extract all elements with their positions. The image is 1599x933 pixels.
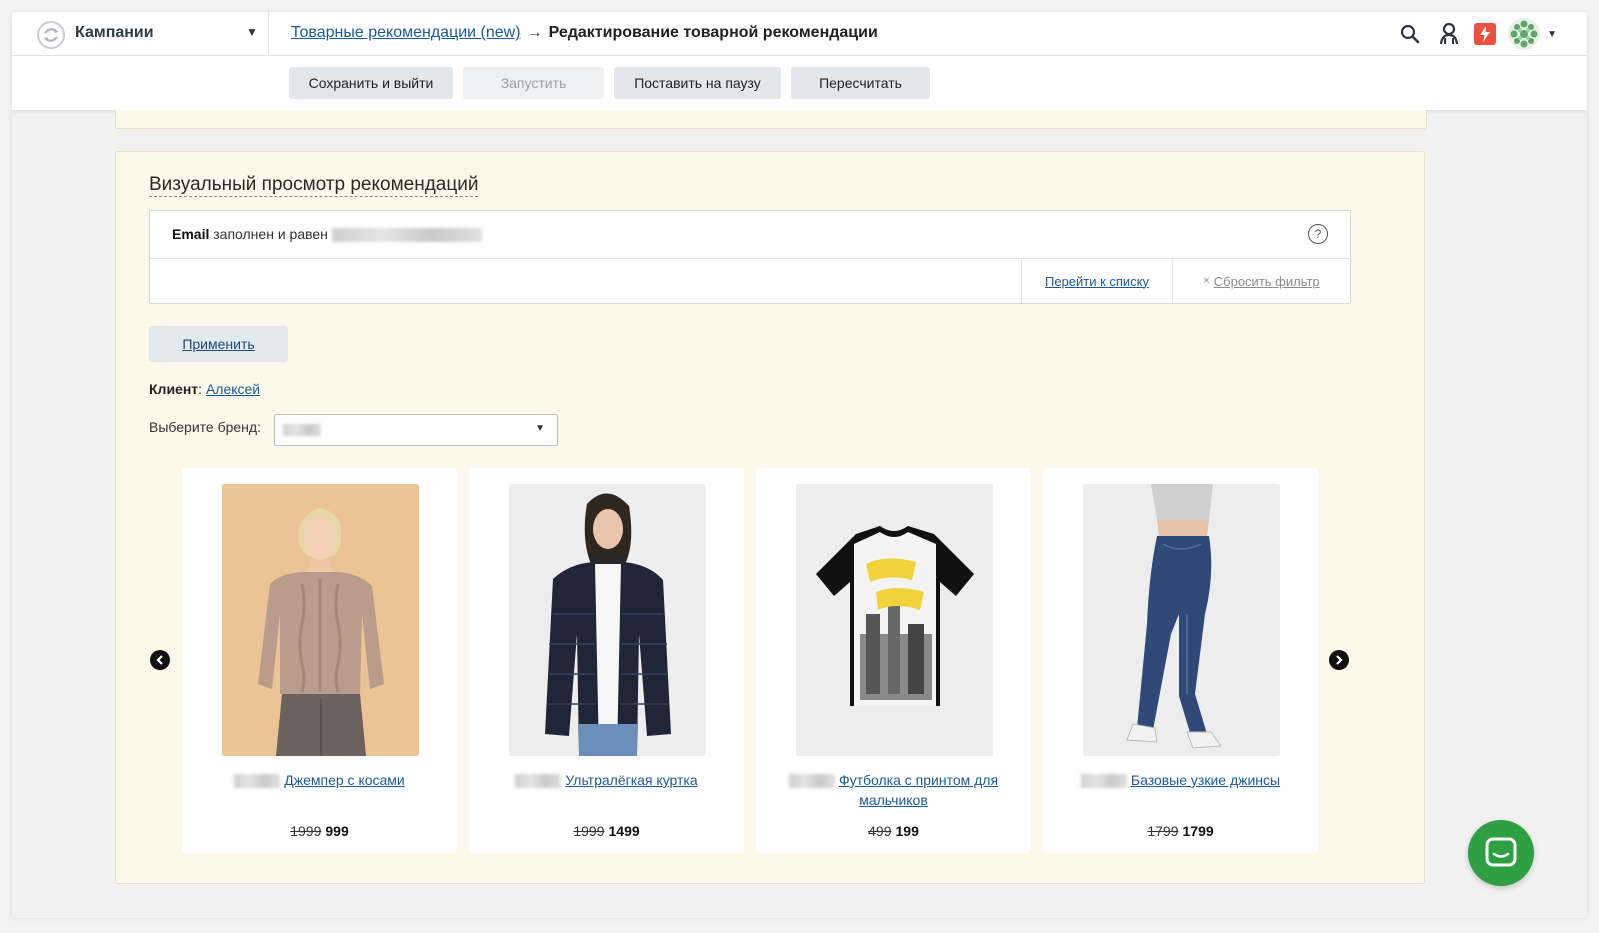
breadcrumb: Товарные рекомендации (new) → Редактирован… bbox=[291, 24, 878, 42]
product-title-link[interactable]: Джемпер с косами bbox=[284, 772, 405, 788]
reset-filter-cell: × Сбросить фильтр bbox=[1173, 259, 1350, 303]
search-icon[interactable] bbox=[1396, 20, 1424, 48]
client-name-link[interactable]: Алексей bbox=[206, 381, 260, 397]
user-icon[interactable] bbox=[1435, 20, 1463, 48]
filter-box: Email заполнен и равен ? Перейти к списк… bbox=[149, 210, 1351, 304]
client-line: Клиент: Алексей bbox=[149, 381, 261, 397]
panel-title[interactable]: Визуальный просмотр рекомендаций bbox=[149, 174, 479, 197]
breadcrumb-link[interactable]: Товарные рекомендации (new) bbox=[291, 24, 521, 41]
previous-panel-edge bbox=[115, 110, 1427, 129]
new-price: 1799 bbox=[1182, 823, 1214, 839]
old-price: 1799 bbox=[1147, 823, 1179, 839]
help-icon[interactable]: ? bbox=[1308, 224, 1328, 244]
new-price: 199 bbox=[895, 823, 919, 839]
close-icon: × bbox=[1203, 275, 1210, 287]
avatar-menu[interactable]: ▼ bbox=[1507, 17, 1557, 51]
chevron-down-icon[interactable]: ▼ bbox=[246, 25, 258, 39]
app-window: Кампании ▼ Товарные рекомендации (new) → Р… bbox=[12, 12, 1587, 918]
pause-button[interactable]: Поставить на паузу bbox=[614, 67, 781, 99]
product-card: Футболка с принтом для мальчиков 499 199 bbox=[756, 468, 1031, 853]
product-title-link[interactable]: Футболка с принтом для мальчиков bbox=[839, 772, 998, 808]
product-image[interactable] bbox=[796, 484, 993, 756]
filter-condition-row: Email заполнен и равен ? bbox=[150, 211, 1350, 259]
product-card: Ультралёгкая куртка 1999 1499 bbox=[469, 468, 744, 853]
product-image[interactable] bbox=[1083, 484, 1280, 756]
header-icons: ▼ bbox=[1385, 17, 1557, 51]
product-image[interactable] bbox=[222, 484, 419, 756]
carousel-next-button[interactable] bbox=[1329, 650, 1349, 670]
goto-list-cell: Перейти к списку bbox=[1021, 259, 1173, 303]
divider bbox=[268, 12, 269, 55]
product-card: Базовые узкие джинсы 1799 1799 bbox=[1043, 468, 1318, 853]
old-price: 499 bbox=[868, 823, 892, 839]
filter-operator: заполнен и равен bbox=[213, 226, 328, 242]
new-price: 999 bbox=[325, 823, 349, 839]
brand-label: Выберите бренд: bbox=[149, 419, 261, 435]
client-label: Клиент bbox=[149, 381, 199, 397]
chat-icon bbox=[1485, 837, 1517, 867]
chevron-right-icon bbox=[1336, 655, 1343, 665]
recalculate-button[interactable]: Пересчитать bbox=[791, 67, 930, 99]
product-brand-redacted bbox=[788, 774, 835, 789]
toolbar: Сохранить и выйти Запустить Поставить на… bbox=[12, 56, 1587, 110]
filter-actions-row: Перейти к списку × Сбросить фильтр bbox=[150, 259, 1350, 303]
start-button[interactable]: Запустить bbox=[463, 67, 604, 99]
product-title-link[interactable]: Ультралёгкая куртка bbox=[565, 772, 697, 788]
page-title: Редактирование товарной рекомендации bbox=[548, 24, 878, 41]
product-brand-redacted bbox=[234, 774, 281, 789]
apply-button-label: Применить bbox=[182, 336, 255, 352]
product-title-link[interactable]: Базовые узкие джинсы bbox=[1131, 772, 1280, 788]
filter-value-redacted bbox=[331, 228, 482, 243]
product-image[interactable] bbox=[509, 484, 706, 756]
old-price: 1999 bbox=[573, 823, 605, 839]
flash-icon[interactable] bbox=[1474, 23, 1497, 45]
new-price: 1499 bbox=[608, 823, 640, 839]
brand-value-redacted bbox=[283, 424, 321, 436]
product-title: Футболка с принтом для мальчиков bbox=[776, 770, 1011, 810]
breadcrumb-arrow-icon: → bbox=[526, 24, 543, 41]
product-price: 1799 1799 bbox=[1043, 823, 1318, 839]
product-card: Джемпер с косами 1999 999 bbox=[182, 468, 457, 853]
apply-button[interactable]: Применить bbox=[149, 326, 288, 362]
logo-icon[interactable] bbox=[36, 20, 66, 50]
product-brand-redacted bbox=[515, 774, 562, 789]
top-bar: Кампании ▼ Товарные рекомендации (new) → Р… bbox=[12, 12, 1587, 56]
goto-list-link[interactable]: Перейти к списку bbox=[1045, 274, 1149, 289]
project-selector[interactable]: Кампании bbox=[75, 24, 154, 42]
carousel-prev-button[interactable] bbox=[150, 650, 170, 670]
chevron-down-icon: ▼ bbox=[1547, 28, 1557, 40]
product-title: Джемпер с косами bbox=[202, 770, 437, 790]
filter-field-name: Email bbox=[172, 226, 210, 242]
product-title: Ультралёгкая куртка bbox=[489, 770, 724, 790]
chevron-left-icon bbox=[156, 655, 163, 665]
product-price: 1999 1499 bbox=[469, 823, 744, 839]
save-exit-button[interactable]: Сохранить и выйти bbox=[289, 67, 453, 99]
chevron-down-icon: ▼ bbox=[535, 423, 545, 434]
brand-select[interactable]: ▼ bbox=[274, 414, 558, 446]
chat-button[interactable] bbox=[1468, 820, 1534, 886]
avatar-icon bbox=[1508, 18, 1541, 50]
product-title: Базовые узкие джинсы bbox=[1063, 770, 1298, 790]
old-price: 1999 bbox=[290, 823, 322, 839]
product-price: 499 199 bbox=[756, 823, 1031, 839]
visual-preview-panel: Визуальный просмотр рекомендаций Email з… bbox=[115, 151, 1425, 884]
reset-filter-link[interactable]: Сбросить фильтр bbox=[1214, 274, 1320, 289]
product-price: 1999 999 bbox=[182, 823, 457, 839]
product-brand-redacted bbox=[1080, 774, 1127, 789]
filter-condition[interactable]: Email заполнен и равен bbox=[172, 226, 482, 243]
